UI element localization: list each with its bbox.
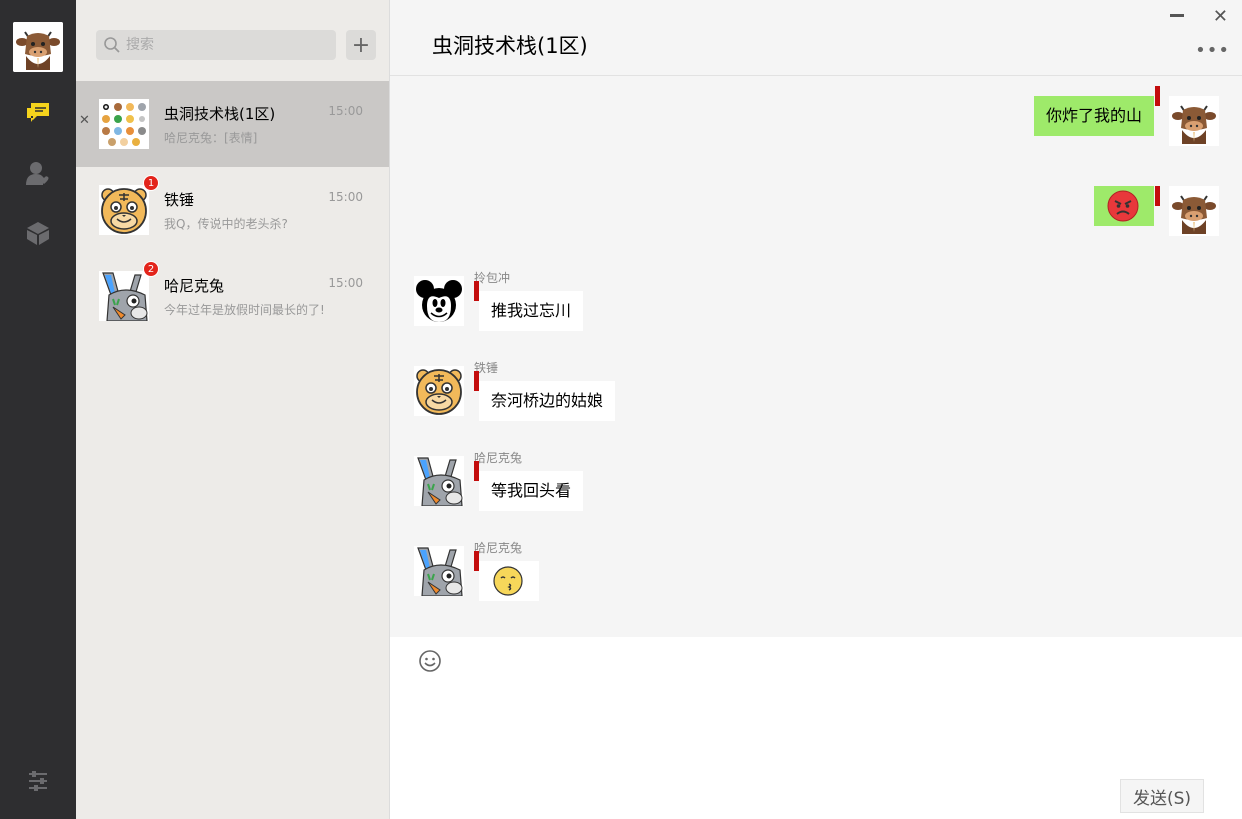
session-preview: 哈尼克兔：[表情]	[164, 131, 258, 145]
message-bubble	[1094, 186, 1160, 226]
message-composer: 发送(S)	[390, 637, 1242, 819]
mickey-avatar[interactable]	[414, 276, 464, 326]
bubble-marker	[474, 461, 479, 481]
message-bubble	[474, 551, 539, 601]
chat-header: 虫洞技术栈(1区) ✕ •••	[390, 0, 1242, 76]
sender-name: 拎包冲	[474, 271, 511, 285]
rabbit-avatar[interactable]	[414, 456, 464, 506]
message-bubble: 奈河桥边的姑娘	[474, 371, 616, 421]
left-nav-bar	[0, 0, 76, 819]
sliders-icon[interactable]	[23, 766, 53, 796]
rabbit-avatar[interactable]	[414, 546, 464, 596]
more-icon[interactable]: •••	[1195, 40, 1230, 61]
minimize-icon[interactable]	[1170, 8, 1184, 22]
session-list: + ✕ 虫洞技术栈(1区) 15:00 哈尼克兔：[表情] 1 铁锤 15:00…	[76, 0, 390, 819]
tiger-avatar	[99, 185, 149, 235]
session-preview: 我Q，传说中的老头杀?	[164, 217, 288, 231]
search-input[interactable]	[126, 35, 326, 55]
session-name: 铁锤	[164, 191, 195, 209]
angry-face-icon	[1107, 190, 1139, 226]
unread-badge: 1	[143, 175, 159, 191]
rabbit-avatar	[99, 271, 149, 321]
close-window-icon[interactable]: ✕	[1213, 6, 1228, 27]
session-name: 虫洞技术栈(1区)	[164, 105, 276, 123]
unread-badge: 2	[143, 261, 159, 277]
session-item[interactable]: 2 哈尼克兔 15:00 今年过年是放假时间最长的了!	[76, 253, 389, 339]
my-avatar[interactable]	[13, 22, 63, 72]
chat-title: 虫洞技术栈(1区)	[432, 34, 588, 58]
tiger-avatar[interactable]	[414, 366, 464, 416]
bubble-marker	[474, 281, 479, 301]
sender-name: 哈尼克兔	[474, 541, 523, 555]
session-time: 15:00	[328, 104, 363, 118]
close-icon[interactable]: ✕	[79, 113, 90, 128]
session-time: 15:00	[328, 190, 363, 204]
kiss-face-icon	[492, 566, 524, 601]
search-box[interactable]	[96, 30, 336, 60]
message-bubble: 你炸了我的山	[1033, 86, 1160, 136]
message-text: 等我回头看	[491, 481, 572, 500]
add-button[interactable]: +	[346, 30, 376, 60]
sender-name: 哈尼克兔	[474, 451, 523, 465]
session-name: 哈尼克兔	[164, 277, 225, 295]
session-item[interactable]: ✕ 虫洞技术栈(1区) 15:00 哈尼克兔：[表情]	[76, 81, 389, 167]
message-bubble: 推我过忘川	[474, 281, 584, 331]
session-item[interactable]: 1 铁锤 15:00 我Q，传说中的老头杀?	[76, 167, 389, 253]
search-icon	[103, 36, 121, 54]
message-text: 推我过忘川	[491, 301, 572, 320]
cow-avatar[interactable]	[1169, 96, 1219, 146]
session-preview: 今年过年是放假时间最长的了!	[164, 303, 325, 317]
message-input[interactable]	[418, 681, 1218, 771]
message-bubble: 等我回头看	[474, 461, 584, 511]
message-text: 你炸了我的山	[1045, 106, 1142, 125]
cube-icon[interactable]	[23, 218, 53, 248]
chat-bubbles-icon[interactable]	[23, 98, 53, 128]
bubble-marker	[1155, 86, 1160, 106]
bubble-marker	[474, 371, 479, 391]
bubble-marker	[1155, 186, 1160, 206]
cow-avatar[interactable]	[1169, 186, 1219, 236]
bubble-marker	[474, 551, 479, 571]
contact-person-icon[interactable]	[23, 158, 53, 188]
send-button[interactable]: 发送(S)	[1120, 779, 1204, 813]
smile-icon[interactable]	[418, 649, 442, 673]
session-time: 15:00	[328, 276, 363, 290]
chat-panel: 虫洞技术栈(1区) ✕ ••• 你炸了我的山 拎包冲 推我过忘川 铁锤 奈河桥边…	[390, 0, 1242, 819]
message-text: 奈河桥边的姑娘	[491, 391, 604, 410]
group-avatar	[99, 99, 149, 149]
